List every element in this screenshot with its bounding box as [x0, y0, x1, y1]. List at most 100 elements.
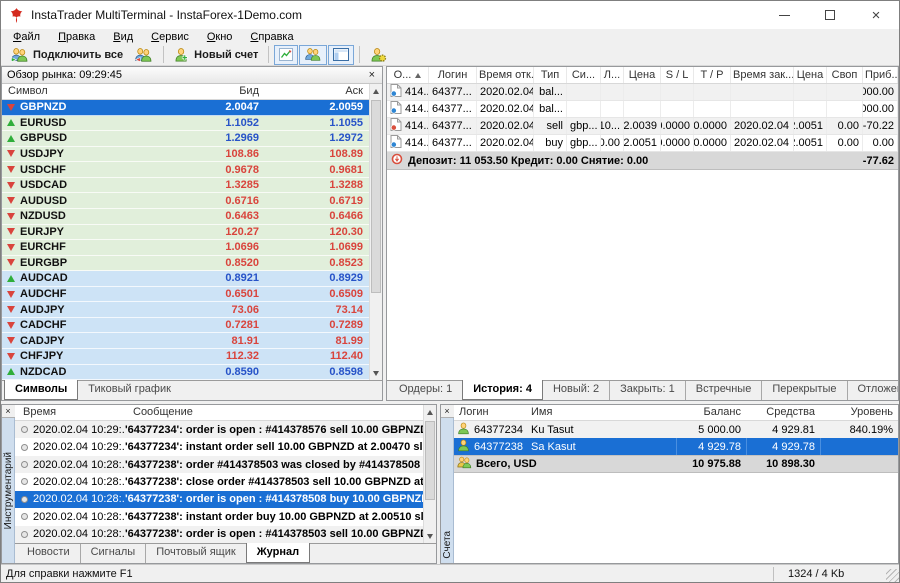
tick-chart-toggle[interactable] — [274, 45, 298, 65]
journal-row[interactable]: 2020.02.04 10:29:... '64377234': order i… — [15, 421, 423, 438]
order-row[interactable]: 414... 64377... 2020.02.04 ... bal... 5 … — [387, 101, 898, 118]
column-header-message[interactable]: Сообщение — [125, 405, 423, 420]
terminal-tab[interactable]: Почтовый ящик — [145, 544, 245, 563]
orders-column-header[interactable]: Время зак... — [731, 67, 794, 83]
terminal-close-icon[interactable]: × — [2, 405, 15, 418]
orders-tab[interactable]: Закрыть: 1 — [609, 381, 685, 400]
orders-column-header[interactable]: О... — [387, 67, 429, 83]
market-watch-row[interactable]: AUDUSD 0.6716 0.6719 — [2, 193, 369, 209]
menu-item[interactable]: Файл — [4, 31, 49, 43]
accounts-close-icon[interactable]: × — [441, 405, 454, 418]
resize-grip-icon[interactable] — [886, 569, 899, 582]
close-button[interactable]: × — [853, 1, 899, 29]
orders-column-header[interactable]: S / L — [661, 67, 694, 83]
market-watch-tab[interactable]: Тиковый график — [78, 381, 181, 400]
orders-tab[interactable]: Встречные — [685, 381, 762, 400]
orders-tab[interactable]: Отложенный: 1 — [847, 381, 900, 400]
log-time: 2020.02.04 10:28:... — [33, 493, 125, 505]
log-entry-icon — [21, 426, 28, 433]
menu-item[interactable]: Сервис — [142, 31, 198, 43]
orders-tab[interactable]: История: 4 — [462, 380, 543, 400]
accounts-view-toggle[interactable] — [299, 45, 327, 65]
market-watch-row[interactable]: NZDCAD 0.8590 0.8598 — [2, 365, 369, 380]
orders-tab[interactable]: Новый: 2 — [543, 381, 609, 400]
scroll-up-icon[interactable] — [370, 84, 382, 98]
disconnect-all-button[interactable] — [129, 45, 158, 65]
orders-column-header[interactable]: Цена — [794, 67, 827, 83]
journal-row[interactable]: 2020.02.04 10:28:... '64377238': order i… — [15, 491, 423, 508]
account-row[interactable]: 64377234 Ku Tasut 5 000.00 4 929.81 840.… — [454, 421, 898, 438]
account-row[interactable]: 64377238 Sa Kasut 4 929.78 4 929.78 — [454, 438, 898, 455]
column-header-level[interactable]: Уровень — [820, 405, 898, 420]
orders-column-header[interactable]: T / P — [694, 67, 731, 83]
menu-item[interactable]: Справка — [241, 31, 302, 43]
scroll-track[interactable] — [370, 98, 382, 366]
orders-column-header[interactable]: Своп — [827, 67, 863, 83]
column-header-ask[interactable]: Аск — [265, 84, 369, 99]
scroll-thumb[interactable] — [371, 100, 381, 293]
orders-column-header[interactable]: Приб... — [863, 67, 898, 83]
market-watch-row[interactable]: AUDJPY 73.06 73.14 — [2, 302, 369, 318]
column-header-name[interactable]: Имя — [526, 405, 676, 420]
market-watch-row[interactable]: EURJPY 120.27 120.30 — [2, 225, 369, 241]
maximize-button[interactable] — [807, 1, 853, 29]
column-header-balance[interactable]: Баланс — [676, 405, 746, 420]
market-watch-tab[interactable]: Символы — [4, 380, 78, 400]
market-watch-row[interactable]: CHFJPY 112.32 112.40 — [2, 349, 369, 365]
orders-column-header[interactable]: Цена — [624, 67, 661, 83]
account-settings-button[interactable] — [365, 45, 392, 65]
orders-column-header[interactable]: Си... — [567, 67, 601, 83]
journal-row[interactable]: 2020.02.04 10:28:... '64377238': instant… — [15, 508, 423, 525]
column-header-equity[interactable]: Средства — [746, 405, 820, 420]
orders-tab[interactable]: Ордеры: 1 — [389, 381, 462, 400]
column-header-login[interactable]: Логин — [454, 405, 526, 420]
market-watch-row[interactable]: AUDCHF 0.6501 0.6509 — [2, 287, 369, 303]
minimize-button[interactable] — [761, 1, 807, 29]
terminal-tab[interactable]: Сигналы — [80, 544, 146, 563]
market-watch-row[interactable]: CADJPY 81.91 81.99 — [2, 333, 369, 349]
scroll-down-icon[interactable] — [370, 366, 382, 380]
column-header-bid[interactable]: Бид — [162, 84, 265, 99]
market-watch-close-icon[interactable]: × — [367, 69, 377, 81]
journal-row[interactable]: 2020.02.04 10:28:... '64377238': close o… — [15, 473, 423, 490]
market-watch-row[interactable]: CADCHF 0.7281 0.7289 — [2, 318, 369, 334]
new-account-button[interactable]: Новый счет — [169, 45, 263, 65]
market-watch-row[interactable]: USDCHF 0.9678 0.9681 — [2, 162, 369, 178]
orders-column-header[interactable]: Л... — [601, 67, 624, 83]
journal-row[interactable]: 2020.02.04 10:28:... '64377238': order i… — [15, 526, 423, 543]
market-watch-scrollbar[interactable] — [369, 84, 382, 380]
column-header-symbol[interactable]: Символ — [2, 84, 162, 99]
scroll-track[interactable] — [424, 419, 436, 529]
journal-scrollbar[interactable] — [423, 405, 436, 543]
order-row[interactable]: 414... 64377... 2020.02.04 ... bal... 5 … — [387, 84, 898, 101]
orders-column-header[interactable]: Тип — [534, 67, 567, 83]
market-watch-row[interactable]: GBPUSD 1.2969 1.2972 — [2, 131, 369, 147]
menu-item[interactable]: Правка — [49, 31, 104, 43]
scroll-down-icon[interactable] — [424, 529, 436, 543]
terminal-tab[interactable]: Журнал — [246, 543, 310, 563]
menu-item[interactable]: Вид — [104, 31, 142, 43]
market-watch-row[interactable]: EURGBP 0.8520 0.8523 — [2, 256, 369, 272]
orders-column-header[interactable]: Время отк... — [477, 67, 534, 83]
market-watch-row[interactable]: EURUSD 1.1052 1.1055 — [2, 116, 369, 132]
journal-row[interactable]: 2020.02.04 10:29:... '64377234': instant… — [15, 438, 423, 455]
market-watch-row[interactable]: USDJPY 108.86 108.89 — [2, 147, 369, 163]
market-watch-row[interactable]: NZDUSD 0.6463 0.6466 — [2, 209, 369, 225]
layout-toggle[interactable] — [328, 45, 354, 65]
terminal-tab[interactable]: Новости — [17, 544, 80, 563]
order-row[interactable]: 414... 64377... 2020.02.04 ... sell gbp.… — [387, 118, 898, 135]
scroll-thumb[interactable] — [425, 421, 435, 500]
orders-column-header[interactable]: Логин — [429, 67, 477, 83]
ask-value: 2.0059 — [265, 101, 369, 113]
order-row[interactable]: 414... 64377... 2020.02.04 ... buy gbp..… — [387, 135, 898, 152]
menu-item[interactable]: Окно — [198, 31, 242, 43]
market-watch-row[interactable]: EURCHF 1.0696 1.0699 — [2, 240, 369, 256]
scroll-up-icon[interactable] — [424, 405, 436, 419]
market-watch-row[interactable]: GBPNZD 2.0047 2.0059 — [2, 100, 369, 116]
column-header-time[interactable]: Время — [15, 405, 125, 420]
connect-all-button[interactable]: Подключить все — [5, 45, 128, 65]
market-watch-row[interactable]: USDCAD 1.3285 1.3288 — [2, 178, 369, 194]
market-watch-row[interactable]: AUDCAD 0.8921 0.8929 — [2, 271, 369, 287]
orders-tab[interactable]: Перекрытые — [761, 381, 846, 400]
journal-row[interactable]: 2020.02.04 10:28:... '64377238': order #… — [15, 456, 423, 473]
